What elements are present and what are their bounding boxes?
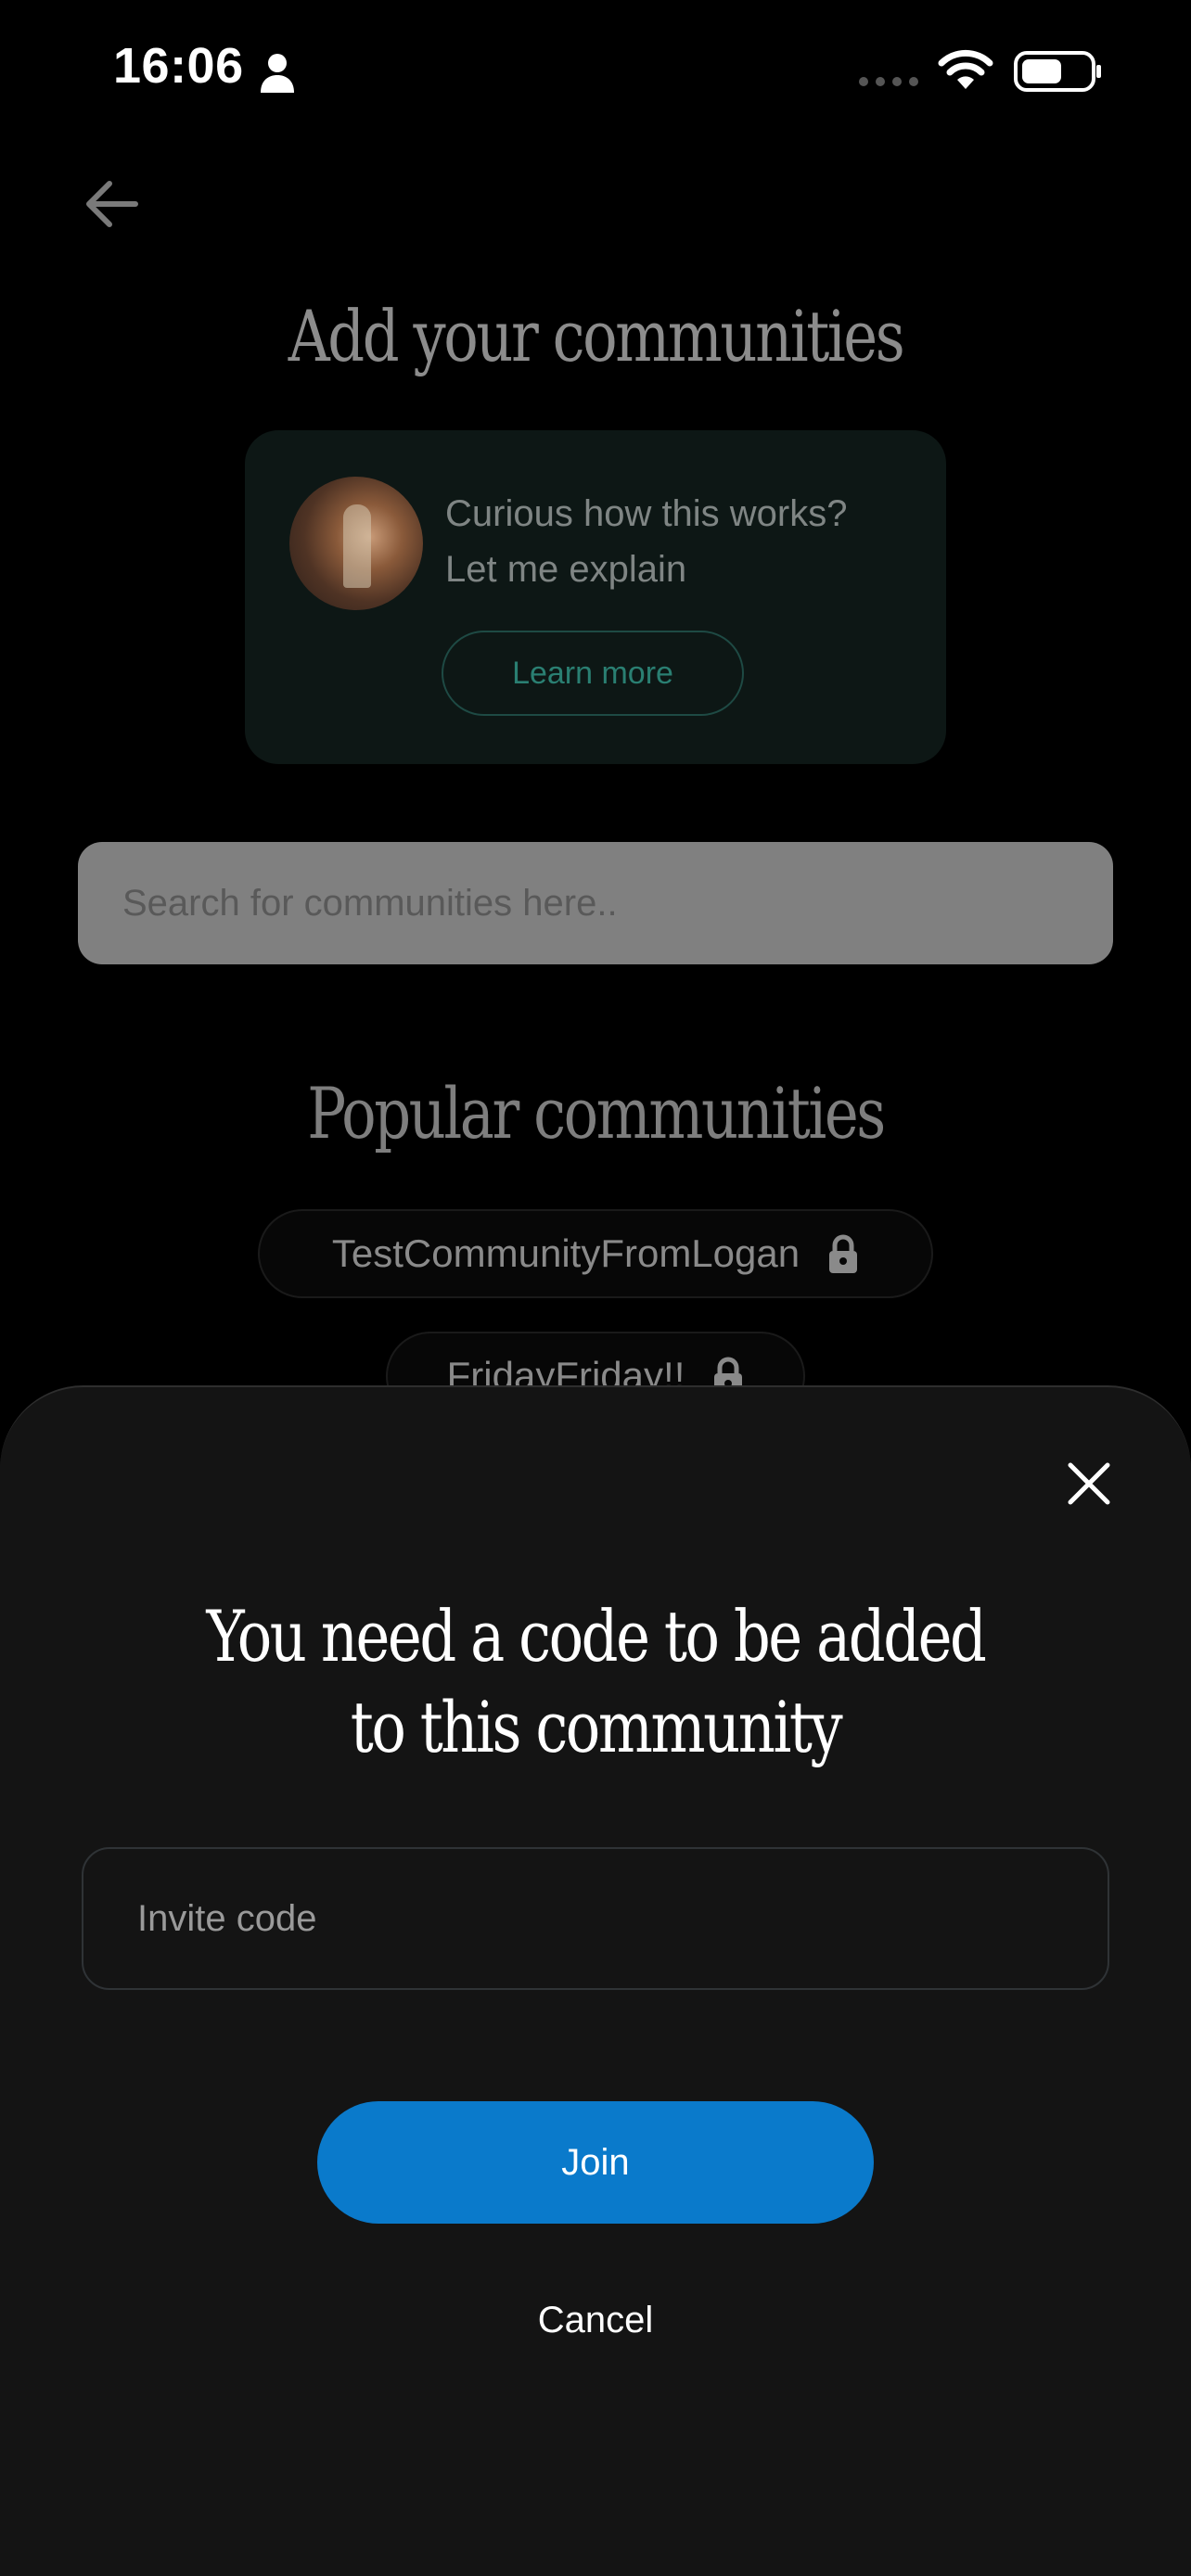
explain-line-1: Curious how this works?: [445, 493, 848, 534]
cancel-button[interactable]: Cancel: [410, 2283, 781, 2357]
arrow-left-icon[interactable]: [82, 174, 141, 234]
person-icon: [261, 54, 294, 93]
explain-card: Curious how this works? Let me explain L…: [245, 430, 946, 764]
close-icon[interactable]: [1065, 1460, 1113, 1508]
modal-title-line-2: to this community: [350, 1686, 843, 1768]
search-input[interactable]: [78, 842, 1113, 964]
wifi-icon: [938, 49, 993, 89]
status-bar: 16:06: [0, 0, 1191, 139]
explain-text: Curious how this works? Let me explain: [445, 486, 848, 597]
modal-title: You need a code to be added to this comm…: [108, 1591, 1084, 1773]
screen: 16:06 Add your communities Curious how t…: [0, 0, 1191, 2576]
invite-code-input[interactable]: [82, 1847, 1109, 1990]
join-button[interactable]: Join: [317, 2101, 874, 2224]
invite-code-sheet: You need a code to be added to this comm…: [0, 1385, 1191, 2576]
status-time: 16:06: [113, 38, 244, 94]
avatar: [289, 477, 423, 610]
page-title: Add your communities: [288, 295, 905, 377]
learn-more-button[interactable]: Learn more: [442, 631, 744, 716]
community-chip[interactable]: TestCommunityFromLogan: [258, 1209, 933, 1298]
battery-icon: [1014, 51, 1101, 92]
lock-icon: [829, 1234, 858, 1273]
explain-line-2: Let me explain: [445, 549, 687, 590]
modal-title-line-1: You need a code to be added: [206, 1595, 986, 1677]
community-name: TestCommunityFromLogan: [331, 1231, 800, 1275]
signal-icon: [859, 77, 918, 86]
popular-communities-title: Popular communities: [307, 1072, 886, 1154]
